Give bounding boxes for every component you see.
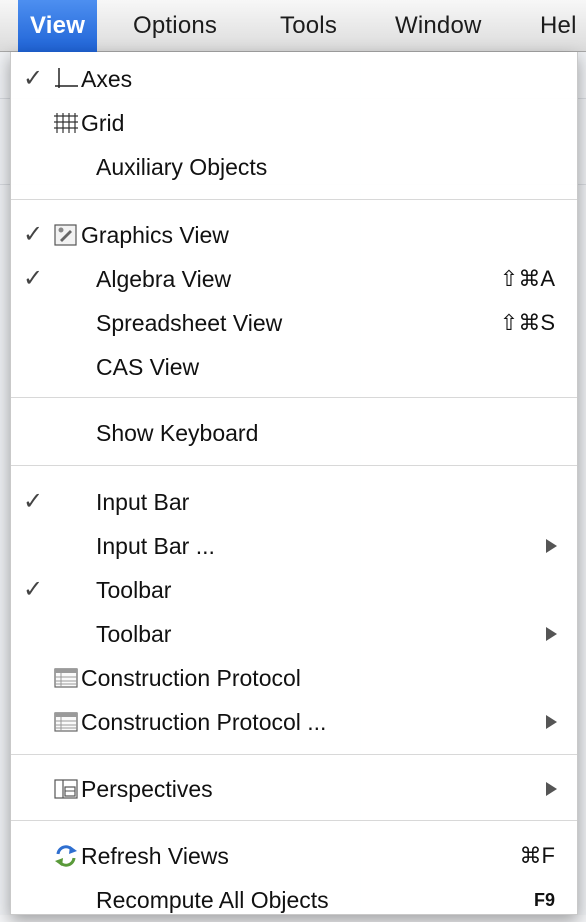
menubar-tools[interactable]: Tools — [280, 0, 337, 52]
menubar-help[interactable]: Hel — [540, 0, 577, 52]
menu-separator — [11, 397, 577, 398]
menubar-window[interactable]: Window — [395, 0, 482, 52]
menu-item-label: Graphics View — [81, 222, 229, 248]
refresh-icon — [53, 843, 79, 869]
menu-item-label: Auxiliary Objects — [96, 154, 268, 180]
menu-item-recompute-all-objects[interactable]: Recompute All Objects F9 — [11, 878, 577, 922]
menu-item-show-keyboard[interactable]: Show Keyboard — [11, 411, 577, 455]
grid-icon — [53, 110, 79, 136]
menu-item-auxiliary-objects[interactable]: Auxiliary Objects — [11, 145, 577, 189]
menu-item-label: Toolbar — [96, 577, 172, 603]
menu-separator — [11, 199, 577, 200]
view-menu-dropdown: ✓ Axes Grid Auxiliary Objects ✓ Graphics… — [10, 52, 578, 915]
menu-item-label: Grid — [81, 110, 125, 136]
menu-item-algebra-view[interactable]: ✓ Algebra View ⇧⌘A — [11, 257, 577, 301]
menu-item-label: Algebra View — [96, 266, 232, 292]
checkmark-icon: ✓ — [23, 65, 44, 92]
menu-item-label: Spreadsheet View — [96, 310, 283, 336]
menu-item-refresh-views[interactable]: Refresh Views ⌘F — [11, 834, 577, 878]
menu-item-cas-view[interactable]: CAS View — [11, 345, 577, 389]
menu-item-grid[interactable]: Grid — [11, 101, 577, 145]
menu-item-construction-protocol[interactable]: Construction Protocol — [11, 656, 577, 700]
menu-item-shortcut: ⇧⌘S — [499, 310, 555, 335]
checkmark-icon: ✓ — [23, 488, 44, 515]
menu-item-shortcut: ⌘F — [519, 843, 555, 868]
submenu-arrow-icon — [546, 782, 557, 796]
menu-item-label: Input Bar ... — [96, 533, 215, 559]
menu-item-label: Construction Protocol — [81, 665, 301, 691]
menu-item-label: Show Keyboard — [96, 420, 259, 446]
menu-item-label: Toolbar — [96, 621, 172, 647]
checkmark-icon: ✓ — [23, 221, 44, 248]
menu-item-label: CAS View — [96, 354, 200, 380]
table-icon — [53, 709, 79, 735]
menu-bar: View Options Tools Window Hel — [0, 0, 586, 52]
checkmark-icon: ✓ — [23, 265, 44, 292]
menu-item-label: Axes — [81, 66, 133, 92]
checkmark-icon: ✓ — [23, 576, 44, 603]
menu-separator — [11, 754, 577, 755]
menu-item-input-bar[interactable]: ✓ Input Bar — [11, 480, 577, 524]
table-icon — [53, 665, 79, 691]
menu-item-label: Recompute All Objects — [96, 887, 329, 913]
menu-item-toolbar-submenu[interactable]: Toolbar — [11, 612, 577, 656]
menu-item-label: Refresh Views — [81, 843, 229, 869]
menu-item-axes[interactable]: ✓ Axes — [11, 57, 577, 101]
graphics-view-icon — [53, 222, 79, 248]
menu-separator — [11, 820, 577, 821]
menu-item-spreadsheet-view[interactable]: Spreadsheet View ⇧⌘S — [11, 301, 577, 345]
menubar-view[interactable]: View — [18, 0, 98, 52]
menu-item-shortcut: ⇧⌘A — [499, 266, 555, 291]
menu-separator — [11, 465, 577, 466]
menu-item-label: Perspectives — [81, 776, 213, 802]
axes-icon — [53, 66, 79, 92]
menu-item-construction-protocol-submenu[interactable]: Construction Protocol ... — [11, 700, 577, 744]
menu-item-label: Input Bar — [96, 489, 190, 515]
menu-item-graphics-view[interactable]: ✓ Graphics View — [11, 213, 577, 257]
submenu-arrow-icon — [546, 627, 557, 641]
menu-item-toolbar[interactable]: ✓ Toolbar — [11, 568, 577, 612]
submenu-arrow-icon — [546, 715, 557, 729]
perspectives-icon — [53, 776, 79, 802]
menu-item-shortcut: F9 — [533, 890, 555, 910]
menu-item-perspectives[interactable]: Perspectives — [11, 767, 577, 811]
menu-item-input-bar-submenu[interactable]: Input Bar ... — [11, 524, 577, 568]
menubar-options[interactable]: Options — [133, 0, 217, 52]
menu-item-label: Construction Protocol ... — [81, 709, 327, 735]
submenu-arrow-icon — [546, 539, 557, 553]
